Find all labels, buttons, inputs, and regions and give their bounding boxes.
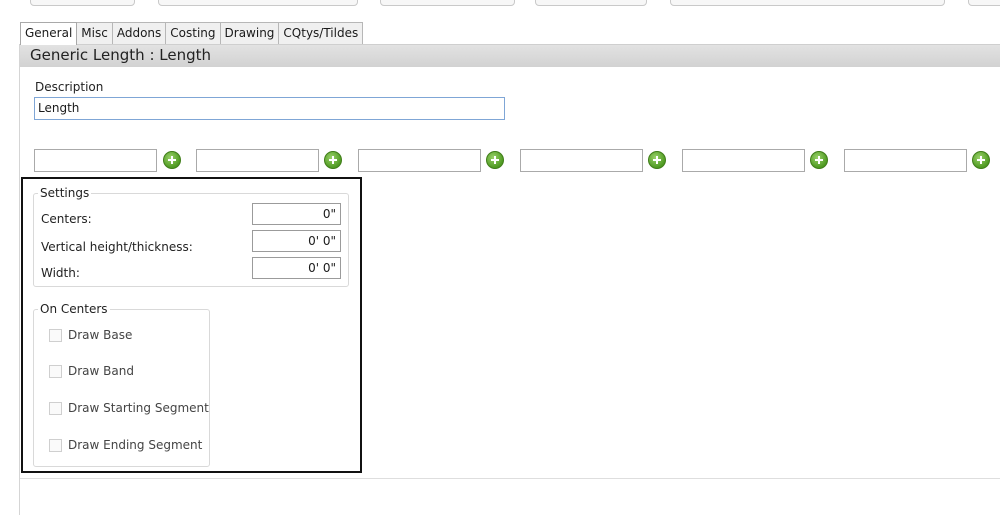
width-label: Width: — [41, 266, 80, 280]
plus-circle-icon[interactable] — [163, 151, 181, 169]
draw-ending-segment-checkbox[interactable] — [49, 438, 62, 452]
draw-band-label: Draw Band — [68, 364, 134, 378]
section-header: Generic Length : Length — [20, 45, 1000, 67]
on-centers-title: On Centers — [38, 302, 110, 316]
app-window: General Misc Addons Costing Drawing CQty… — [0, 0, 1000, 515]
page-title: Generic Length : Length — [30, 46, 212, 64]
draw-band-checkbox-row[interactable]: Draw Band — [49, 363, 134, 379]
divider — [20, 478, 1000, 479]
tab-drawing[interactable]: Drawing — [219, 22, 280, 44]
vertical-height-input[interactable]: 0' 0" — [252, 230, 341, 252]
draw-ending-segment-label: Draw Ending Segment — [68, 438, 203, 452]
tab-misc[interactable]: Misc — [76, 22, 113, 44]
plus-circle-icon[interactable] — [648, 151, 666, 169]
field-input-3[interactable] — [358, 149, 481, 172]
toolbar-button-3[interactable] — [380, 0, 515, 6]
tab-costing[interactable]: Costing — [165, 22, 221, 44]
draw-starting-segment-label: Draw Starting Segment — [68, 401, 209, 415]
draw-base-label: Draw Base — [68, 328, 133, 342]
toolbar-button-4[interactable] — [535, 0, 647, 6]
field-input-5[interactable] — [682, 149, 805, 172]
description-label: Description — [35, 80, 104, 94]
tab-general[interactable]: General — [20, 22, 78, 45]
field-input-6[interactable] — [844, 149, 967, 172]
settings-title: Settings — [38, 186, 92, 200]
width-input[interactable]: 0' 0" — [252, 257, 341, 279]
tab-strip: General Misc Addons Costing Drawing CQty… — [20, 22, 364, 45]
draw-band-checkbox[interactable] — [49, 364, 62, 378]
plus-circle-icon[interactable] — [972, 151, 990, 169]
draw-ending-segment-checkbox-row[interactable]: Draw Ending Segment — [49, 437, 202, 453]
plus-circle-icon[interactable] — [324, 151, 342, 169]
toolbar-button-6[interactable] — [968, 0, 1000, 6]
field-input-1[interactable] — [34, 149, 157, 172]
centers-input[interactable]: 0" — [252, 203, 341, 225]
draw-starting-segment-checkbox-row[interactable]: Draw Starting Segment — [49, 400, 209, 416]
tab-cqtys-tildes[interactable]: CQtys/Tildes — [278, 22, 364, 44]
toolbar-button-2[interactable] — [158, 0, 358, 6]
toolbar-button-5[interactable] — [670, 0, 945, 6]
top-toolbar — [0, 0, 1000, 12]
centers-label: Centers: — [41, 212, 92, 226]
plus-circle-icon[interactable] — [810, 151, 828, 169]
draw-base-checkbox[interactable] — [49, 328, 62, 342]
vertical-height-label: Vertical height/thickness: — [41, 240, 193, 254]
tab-addons[interactable]: Addons — [111, 22, 167, 44]
description-input[interactable]: Length — [34, 97, 505, 120]
toolbar-button-1[interactable] — [30, 0, 135, 6]
plus-circle-icon[interactable] — [486, 151, 504, 169]
field-input-2[interactable] — [196, 149, 319, 172]
draw-starting-segment-checkbox[interactable] — [49, 401, 62, 415]
draw-base-checkbox-row[interactable]: Draw Base — [49, 327, 132, 343]
field-input-4[interactable] — [520, 149, 643, 172]
